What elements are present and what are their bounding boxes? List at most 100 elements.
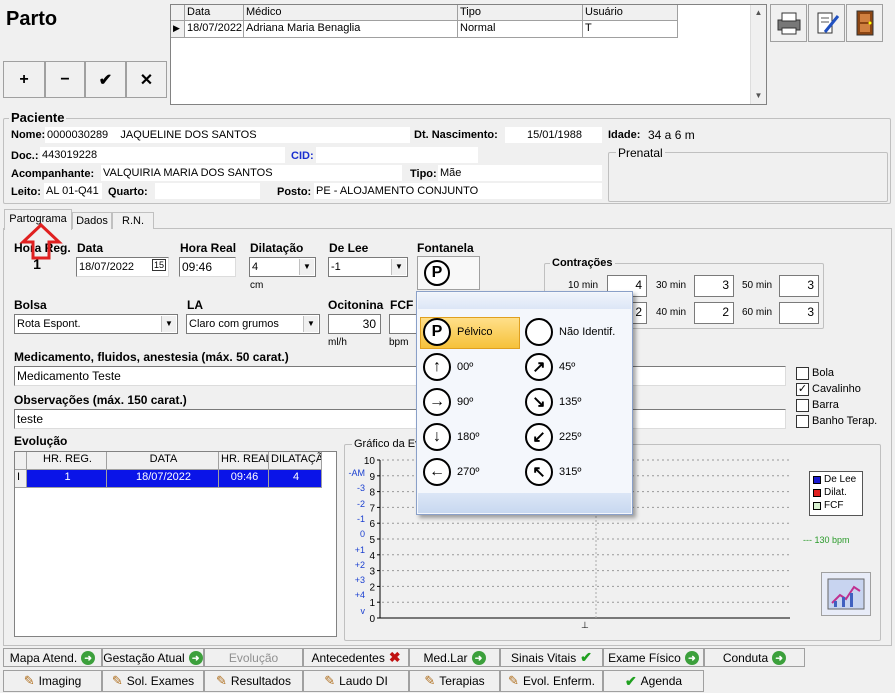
- evolucao-hr-real[interactable]: 09:46: [219, 470, 269, 488]
- la-select[interactable]: Claro com grumos ▼: [186, 314, 320, 334]
- col-header[interactable]: Tipo: [458, 5, 583, 21]
- evolu-o-button[interactable]: Evolução: [204, 648, 303, 667]
- y-tick-label: 0: [369, 614, 375, 625]
- bola-checkbox[interactable]: [796, 367, 809, 380]
- c50-input[interactable]: 3: [779, 275, 819, 297]
- resultados-button[interactable]: ✎ Resultados: [204, 670, 303, 692]
- evolucao-grid[interactable]: HR. REG. DATA HR. REAL DILATAÇÃO I 1 18/…: [14, 451, 337, 637]
- terapias-button[interactable]: ✎ Terapias: [409, 670, 500, 692]
- remove-button[interactable]: −: [45, 61, 85, 98]
- acompanhante-label: Acompanhante:: [11, 168, 95, 180]
- scale-label: -AM: [348, 468, 366, 478]
- observacoes-input[interactable]: teste: [14, 409, 786, 429]
- fontanela-option-label: 270º: [457, 466, 480, 478]
- quarto-label: Quarto:: [108, 186, 148, 198]
- fontanela-option[interactable]: ↘ 135º: [525, 388, 581, 416]
- plvico-icon: P: [423, 318, 451, 346]
- fontanela-option[interactable]: → 90º: [423, 388, 473, 416]
- fontanela-option[interactable]: P Pélvico: [423, 318, 492, 346]
- fontanela-option[interactable]: ↑ 00º: [423, 353, 473, 381]
- evolucao-dilatacao[interactable]: 4: [269, 470, 322, 488]
- chart-icon[interactable]: [821, 572, 871, 616]
- col-header[interactable]: HR. REG.: [27, 452, 107, 470]
- records-grid[interactable]: Data Médico Tipo Usuário ▶ 18/07/2022 Ad…: [170, 4, 767, 105]
- delee-select[interactable]: -1 ▼: [328, 257, 408, 277]
- evol-enferm--button[interactable]: ✎ Evol. Enferm.: [500, 670, 603, 692]
- record-usuario[interactable]: T: [583, 21, 678, 38]
- confirm-button[interactable]: ✔: [85, 61, 126, 98]
- data-input[interactable]: 18/07/2022 15: [76, 257, 169, 277]
- exame-f-sico-button[interactable]: Exame Físico ➜: [603, 648, 704, 667]
- legend-swatch: [813, 475, 821, 484]
- c60-input[interactable]: 3: [779, 302, 819, 324]
- tab-rn[interactable]: R.N.: [112, 212, 154, 229]
- nascimento-field: 15/01/1988: [505, 127, 602, 143]
- fontanela-option-label: 225º: [559, 431, 582, 443]
- la-label: LA: [187, 298, 203, 312]
- col-header[interactable]: DATA: [107, 452, 219, 470]
- fontanela-option[interactable]: ↖ 315º: [525, 458, 581, 486]
- record-data[interactable]: 18/07/2022: [185, 21, 244, 38]
- col-header[interactable]: HR. REAL: [219, 452, 269, 470]
- sinais-vitais-button[interactable]: Sinais Vitais ✔: [500, 648, 603, 667]
- col-header[interactable]: Data: [185, 5, 244, 21]
- printer-icon[interactable]: [770, 4, 807, 42]
- fontanela-option[interactable]: ← 270º: [423, 458, 479, 486]
- barra-checkbox[interactable]: [796, 399, 809, 412]
- mapa-atend--button[interactable]: Mapa Atend. ➜: [3, 648, 102, 667]
- fontanela-option[interactable]: Não Identif.: [525, 318, 615, 346]
- y-tick-label: 9: [369, 472, 375, 483]
- banho-checkbox[interactable]: [796, 415, 809, 428]
- fontanela-option-label: 45º: [559, 361, 576, 373]
- c30-input[interactable]: 3: [694, 275, 734, 297]
- record-medico[interactable]: Adriana Maria Benaglia: [244, 21, 458, 38]
- evolucao-hr-reg[interactable]: 1: [27, 470, 107, 488]
- cavalinho-checkbox[interactable]: ✓: [796, 383, 809, 396]
- fontanela-menu: P Pélvico Não Identif. ↑ 00º ↗ 45º → 90º ↘ 135º ↓ 18…: [416, 291, 633, 515]
- fcf-input[interactable]: [389, 314, 419, 334]
- 270-icon: ←: [423, 458, 451, 486]
- scale-label: +3: [354, 575, 365, 586]
- med-lar-button[interactable]: Med.Lar ➜: [409, 648, 500, 667]
- scroll-down-icon[interactable]: ▼: [751, 88, 766, 104]
- exit-door-icon[interactable]: [846, 4, 883, 42]
- col-header[interactable]: Usuário: [583, 5, 678, 21]
- col-header[interactable]: Médico: [244, 5, 458, 21]
- evolucao-data[interactable]: 18/07/2022: [107, 470, 219, 488]
- antecedentes-button[interactable]: Antecedentes ✖: [303, 648, 409, 667]
- ocitonina-input[interactable]: 30: [328, 314, 381, 334]
- dilatacao-select[interactable]: 4 ▼: [249, 257, 316, 277]
- scroll-up-icon[interactable]: ▲: [751, 5, 766, 21]
- medicamento-label: Medicamento, fluidos, anestesia (máx. 50…: [14, 350, 289, 364]
- agenda-button[interactable]: ✔ Agenda: [603, 670, 704, 692]
- laudo-di-button[interactable]: ✎ Laudo DI: [303, 670, 409, 692]
- add-button[interactable]: +: [3, 61, 45, 98]
- fontanela-option[interactable]: ↗ 45º: [525, 353, 575, 381]
- fontanela-option[interactable]: ↓ 180º: [423, 423, 479, 451]
- records-scrollbar[interactable]: ▲ ▼: [750, 5, 766, 104]
- fontanela-button[interactable]: P: [417, 256, 480, 290]
- dilatacao-label: Dilatação: [250, 241, 304, 255]
- observacoes-label: Observações (máx. 150 carat.): [14, 393, 187, 407]
- record-tipo[interactable]: Normal: [458, 21, 583, 38]
- document-sign-icon[interactable]: [808, 4, 845, 42]
- y-tick-label: 3: [369, 567, 375, 578]
- gesta-o-atual-button[interactable]: Gestação Atual ➜: [102, 648, 204, 667]
- fontanela-option-label: 90º: [457, 396, 474, 408]
- pencil-icon: ✎: [216, 673, 227, 688]
- hora-real-input[interactable]: 09:46: [179, 257, 236, 277]
- ocitonina-label: Ocitonina: [328, 298, 384, 312]
- medicamento-input[interactable]: Medicamento Teste: [14, 366, 786, 386]
- tab-dados[interactable]: Dados: [72, 212, 112, 229]
- dilatacao-unit: cm: [250, 280, 264, 291]
- sol-exames-button[interactable]: ✎ Sol. Exames: [102, 670, 204, 692]
- tipo-field: Mãe: [438, 165, 602, 181]
- col-header[interactable]: DILATAÇÃO: [269, 452, 322, 470]
- c40-input[interactable]: 2: [694, 302, 734, 324]
- cancel-button[interactable]: ✕: [126, 61, 167, 98]
- fontanela-option[interactable]: ↙ 225º: [525, 423, 581, 451]
- conduta-button[interactable]: Conduta ➜: [704, 648, 805, 667]
- imaging-button[interactable]: ✎ Imaging: [3, 670, 102, 692]
- calendar-icon[interactable]: 15: [151, 259, 166, 271]
- bolsa-select[interactable]: Rota Espont. ▼: [14, 314, 178, 334]
